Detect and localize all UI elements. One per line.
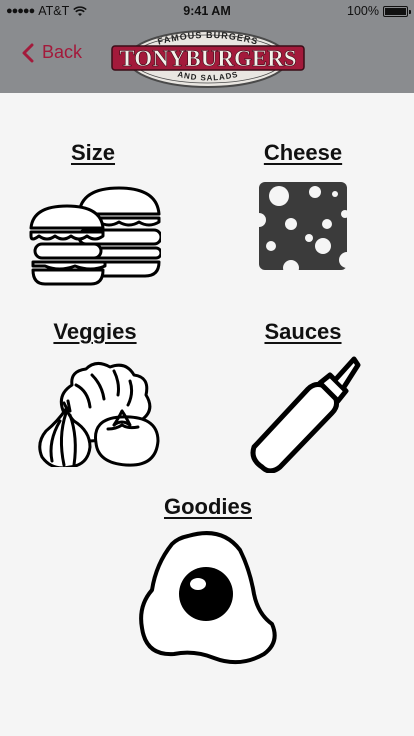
category-sauces[interactable]: Sauces xyxy=(238,319,368,473)
battery-percent: 100% xyxy=(347,4,379,18)
cheese-icon xyxy=(257,182,349,272)
back-button[interactable]: Back xyxy=(22,42,82,63)
category-sauces-label: Sauces xyxy=(264,319,342,344)
burger-icon xyxy=(29,186,161,286)
category-veggies[interactable]: Veggies xyxy=(25,319,165,467)
status-bar: ●●●●● AT&T 9:41 AM 100% xyxy=(0,0,414,22)
category-size-label: Size xyxy=(70,140,116,165)
veggies-icon xyxy=(38,362,160,467)
status-right: 100% xyxy=(347,4,411,18)
category-cheese-label: Cheese xyxy=(263,140,343,165)
category-veggies-label: Veggies xyxy=(53,319,137,344)
battery-icon xyxy=(383,5,411,17)
logo-main-text: TONYBURGERS xyxy=(119,46,296,71)
back-label: Back xyxy=(42,42,83,62)
fried-egg-icon xyxy=(139,531,277,665)
battery-fill xyxy=(385,7,406,15)
category-goodies-label: Goodies xyxy=(163,494,252,519)
sauce-bottle-icon xyxy=(250,356,361,473)
tonyburgers-logo: FAMOUS BURGERS TONYBURGERS AND SALADS xyxy=(111,30,305,88)
category-goodies[interactable]: Goodies xyxy=(138,494,278,670)
category-cheese[interactable]: Cheese xyxy=(243,140,363,272)
category-size[interactable]: Size xyxy=(23,140,163,288)
chevron-left-icon xyxy=(22,43,34,62)
navigation-bar: Back FAMOUS BURGERS TONYBURGERS AND SALA… xyxy=(0,22,414,93)
